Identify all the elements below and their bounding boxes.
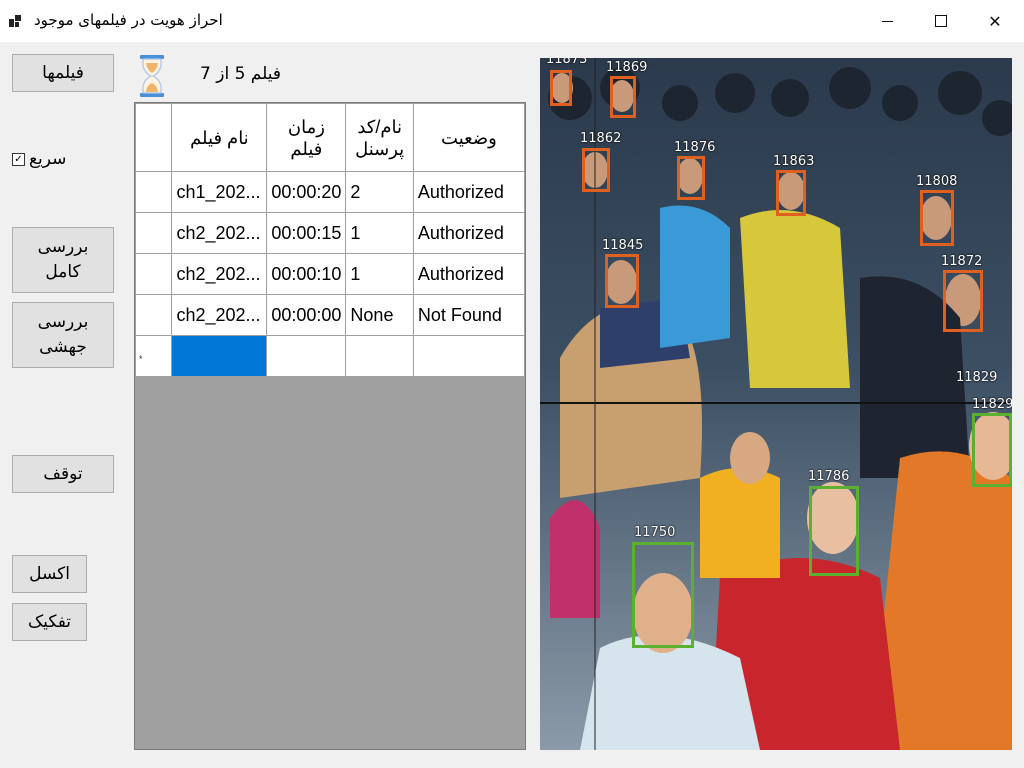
- cell-film[interactable]: ch2_202...: [171, 253, 268, 295]
- face-box: [632, 542, 694, 648]
- title-bar: احراز هویت در فیلمهای موجود ✕: [0, 0, 1024, 42]
- close-button[interactable]: ✕: [972, 0, 1018, 42]
- row-header[interactable]: [135, 294, 173, 336]
- directional-check-button[interactable]: بررسی جهشی: [12, 302, 114, 368]
- face-label: 11876: [674, 140, 716, 155]
- face-box: [582, 148, 610, 192]
- results-grid[interactable]: نام فیلم زمان فیلم نام/کد پرسنل وضعیت ch…: [134, 102, 526, 750]
- cell-status[interactable]: Authorized: [412, 212, 525, 254]
- row-header[interactable]: [135, 253, 173, 295]
- checkbox-box[interactable]: ✓: [12, 152, 25, 166]
- full-check-button[interactable]: بررسی کامل: [12, 227, 114, 293]
- column-header-film[interactable]: نام فیلم: [171, 103, 268, 172]
- face-label: 11873: [546, 58, 588, 67]
- face-label: 11869: [606, 60, 648, 75]
- face-label: 11829: [956, 370, 998, 385]
- new-row-marker: *: [139, 353, 143, 364]
- new-row-header[interactable]: *: [135, 335, 173, 377]
- table-row[interactable]: ch2_202... 00:00:00 None Not Found: [135, 294, 525, 336]
- cell-film[interactable]: ch2_202...: [171, 294, 268, 336]
- cell-status[interactable]: Authorized: [412, 171, 525, 213]
- film-progress-label: فیلم 5 از 7: [200, 64, 282, 84]
- face-label: 11872: [941, 254, 983, 269]
- video-frame: 11873 11869 11862 11876 11863 11808 1184…: [540, 58, 1012, 750]
- column-header-time[interactable]: زمان فیلم: [266, 103, 347, 172]
- cell-person[interactable]: 2: [345, 171, 414, 213]
- window-title: احراز هویت در فیلمهای موجود: [34, 11, 223, 29]
- maximize-button[interactable]: [918, 0, 964, 42]
- minimize-button[interactable]: [864, 0, 910, 42]
- app-icon: [9, 15, 21, 27]
- column-header-person[interactable]: نام/کد پرسنل: [345, 103, 414, 172]
- cell-film[interactable]: ch1_202...: [171, 171, 268, 213]
- face-box: [809, 486, 859, 576]
- cell-person[interactable]: None: [345, 294, 414, 336]
- fast-checkbox[interactable]: ✓ سریع: [12, 149, 66, 169]
- fast-checkbox-label: سریع: [29, 149, 67, 169]
- selected-cell[interactable]: [171, 335, 268, 377]
- face-box: [776, 170, 806, 216]
- new-row[interactable]: *: [135, 335, 525, 377]
- face-box: [550, 70, 572, 106]
- cell-time[interactable]: 00:00:00: [266, 294, 347, 336]
- face-box: [605, 254, 639, 308]
- empty-cell[interactable]: [345, 335, 414, 377]
- face-label: 11808: [916, 174, 958, 189]
- cell-time[interactable]: 00:00:20: [266, 171, 347, 213]
- face-box: [677, 156, 705, 200]
- cell-status[interactable]: Authorized: [412, 253, 525, 295]
- close-icon: ✕: [988, 11, 1002, 31]
- empty-cell[interactable]: [412, 335, 525, 377]
- face-box: [610, 76, 636, 118]
- face-label: 11862: [580, 131, 622, 146]
- films-button[interactable]: فیلمها: [12, 54, 114, 92]
- face-box: [972, 413, 1012, 487]
- cell-film[interactable]: ch2_202...: [171, 212, 268, 254]
- face-box: [920, 190, 954, 246]
- separate-button[interactable]: تفکیک: [12, 603, 87, 641]
- row-header[interactable]: [135, 212, 173, 254]
- maximize-icon: [935, 15, 947, 27]
- table-row[interactable]: ch1_202... 00:00:20 2 Authorized: [135, 171, 525, 213]
- cell-person[interactable]: 1: [345, 253, 414, 295]
- face-label: 11786: [808, 469, 850, 484]
- results-table: نام فیلم زمان فیلم نام/کد پرسنل وضعیت ch…: [135, 103, 525, 377]
- face-label: 11863: [773, 154, 815, 169]
- header-row: نام فیلم زمان فیلم نام/کد پرسنل وضعیت: [135, 103, 525, 172]
- stop-button[interactable]: توقف: [12, 455, 114, 493]
- cell-status[interactable]: Not Found: [412, 294, 525, 336]
- row-header[interactable]: [135, 171, 173, 213]
- empty-cell[interactable]: [266, 335, 347, 377]
- row-header-corner: [135, 103, 173, 172]
- minimize-icon: [881, 20, 893, 22]
- cell-person[interactable]: 1: [345, 212, 414, 254]
- table-row[interactable]: ch2_202... 00:00:15 1 Authorized: [135, 212, 525, 254]
- face-label: 11750: [634, 525, 676, 540]
- column-header-status[interactable]: وضعیت: [412, 103, 525, 172]
- table-row[interactable]: ch2_202... 00:00:10 1 Authorized: [135, 253, 525, 295]
- hourglass-icon: [140, 55, 164, 97]
- excel-button[interactable]: اکسل: [12, 555, 87, 593]
- face-box: [943, 270, 983, 332]
- face-label: 11829: [972, 397, 1012, 412]
- face-label: 11845: [602, 238, 644, 253]
- cell-time[interactable]: 00:00:10: [266, 253, 347, 295]
- cell-time[interactable]: 00:00:15: [266, 212, 347, 254]
